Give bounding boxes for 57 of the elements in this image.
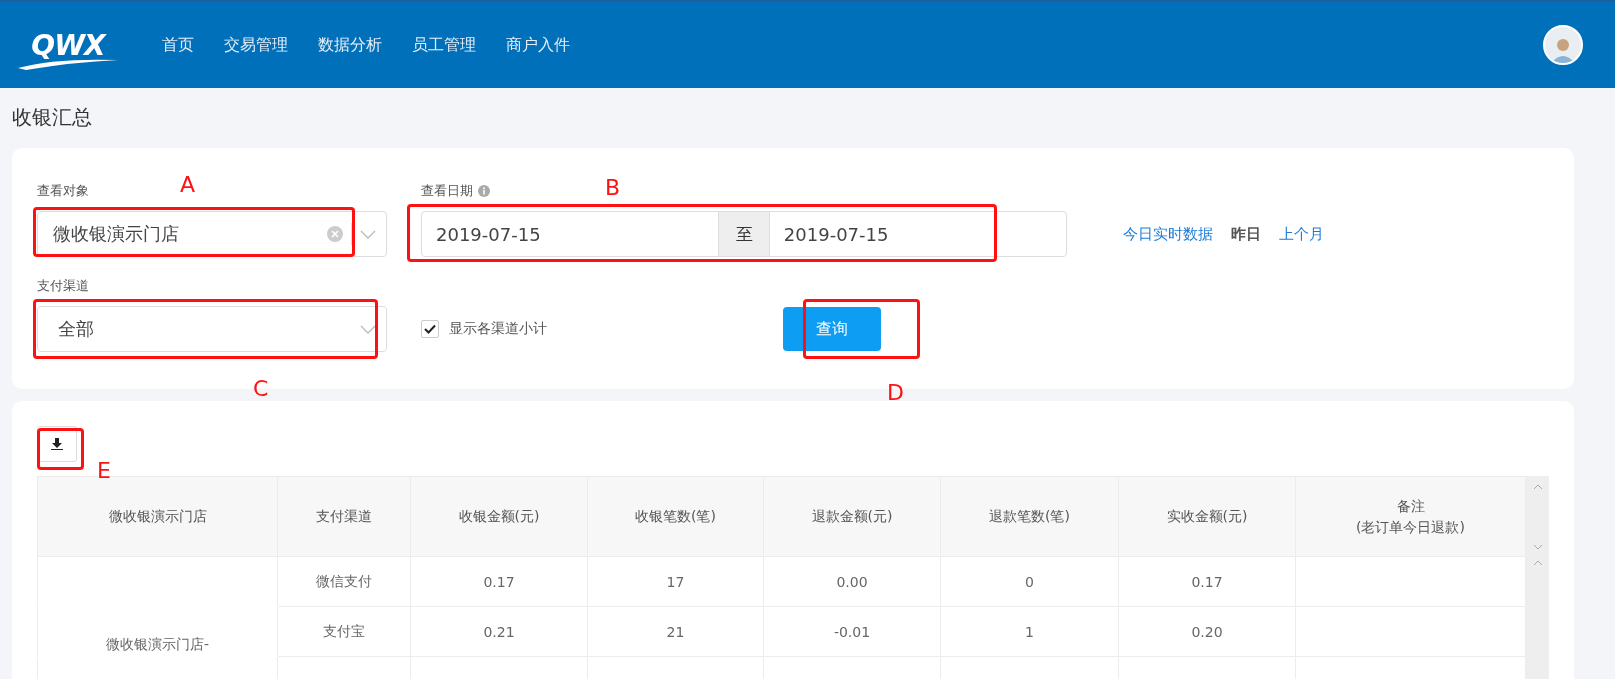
column-header: 退款金额(元) <box>763 476 941 557</box>
annotation-frame <box>37 428 84 470</box>
chevron-down-icon <box>360 229 376 239</box>
table-cell: 微收银演示门店- <box>37 606 278 657</box>
table-cell: 0.17 <box>410 556 588 607</box>
table-cell: 21 <box>587 606 764 657</box>
nav-link[interactable]: 员工管理 <box>412 34 476 56</box>
avatar[interactable] <box>1543 25 1583 65</box>
query-button[interactable]: 查询 <box>783 307 881 351</box>
date-shortcut-link[interactable]: 昨日 <box>1231 224 1261 244</box>
annotation-letter: D <box>887 380 904 405</box>
scrollbar[interactable] <box>1526 476 1549 679</box>
column-header: 支付渠道 <box>277 476 411 557</box>
subtotal-checkbox[interactable]: 显示各渠道小计 <box>421 320 547 338</box>
table-cell: 微信支付 <box>277 556 411 607</box>
page-title: 收银汇总 <box>12 104 93 131</box>
store-select[interactable]: 微收银演示门店 <box>37 211 387 257</box>
annotation-letter: B <box>605 175 621 200</box>
download-icon <box>51 438 63 450</box>
nav-link[interactable]: 首页 <box>162 34 194 56</box>
nav-link[interactable]: 数据分析 <box>318 34 382 56</box>
annotation-letter: C <box>253 376 269 401</box>
table-cell: 0.20 <box>1118 606 1296 657</box>
table-cell: 0.17 <box>1118 556 1296 607</box>
column-header: 收银金额(元) <box>410 476 588 557</box>
field-label: 支付渠道 <box>37 277 89 295</box>
table-cell: 17 <box>587 556 764 607</box>
chevron-up-icon[interactable] <box>1532 560 1543 566</box>
chevron-up-icon[interactable] <box>1532 484 1543 490</box>
end-date-field[interactable]: 2019-07-15 <box>769 212 1066 256</box>
clear-icon[interactable] <box>327 226 343 242</box>
date-shortcut-link[interactable]: 今日实时数据 <box>1123 224 1213 244</box>
date-range-field[interactable]: 2019-07-15 至 2019-07-15 <box>421 211 1067 257</box>
column-header: 退款笔数(笔) <box>940 476 1119 557</box>
annotation-letter: A <box>180 172 196 197</box>
table-cell: 0.21 <box>410 606 588 657</box>
table-cell: 0.00 <box>763 556 941 607</box>
chevron-down-icon <box>360 324 376 334</box>
logo[interactable]: QWX <box>14 20 122 70</box>
channel-select[interactable]: 全部 <box>37 306 387 352</box>
start-date-field[interactable]: 2019-07-15 <box>422 212 719 256</box>
nav-link[interactable]: 交易管理 <box>224 34 288 56</box>
column-header: 收银笔数(笔) <box>587 476 764 557</box>
field-label: 查看对象 <box>37 182 89 200</box>
nav-link[interactable]: 商户入件 <box>506 34 570 56</box>
range-separator: 至 <box>718 212 770 256</box>
info-icon <box>478 185 490 197</box>
checkmark-icon <box>424 324 436 334</box>
table-cell: 1 <box>940 606 1119 657</box>
column-header: 实收金额(元) <box>1118 476 1296 557</box>
table-cell: 支付宝 <box>277 606 411 657</box>
date-shortcut-link[interactable]: 上个月 <box>1279 224 1324 244</box>
chevron-down-icon[interactable] <box>1532 544 1543 550</box>
field-label: 查看日期 <box>421 180 490 202</box>
column-header: 备注 (老订单今日退款) <box>1295 476 1526 557</box>
table-cell: 0 <box>940 556 1119 607</box>
table-cell: -0.01 <box>763 606 941 657</box>
